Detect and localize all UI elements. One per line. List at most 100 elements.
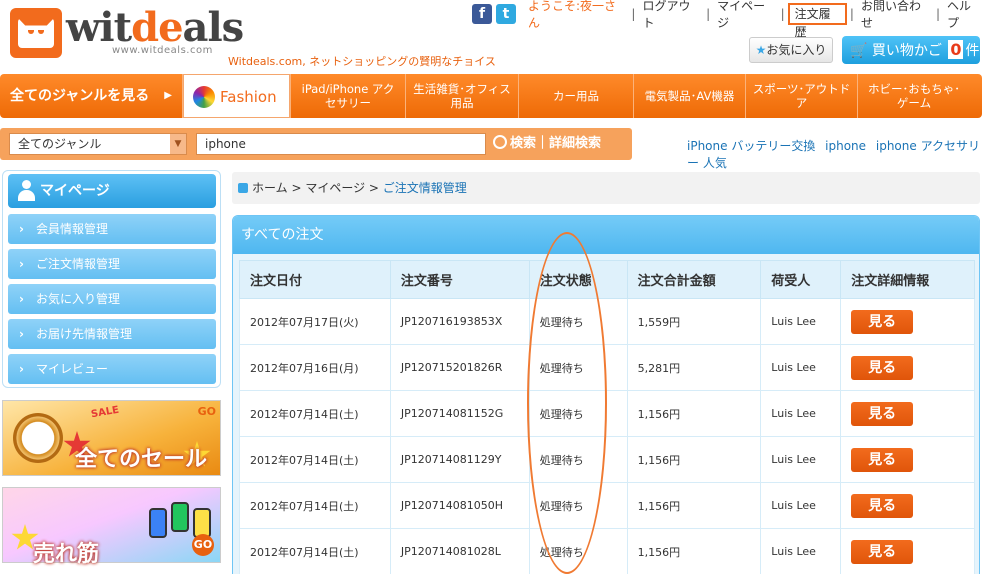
mypage-link[interactable]: マイページ — [713, 0, 777, 31]
order-total: 1,559円 — [626, 298, 762, 345]
logout-link[interactable]: ログアウト — [638, 0, 703, 31]
all-sale-banner[interactable]: SALE 全てのセール GO — [2, 400, 221, 476]
chevron-down-icon: ▼ — [170, 134, 186, 154]
breadcrumb-home[interactable]: ホーム — [252, 181, 288, 195]
cart-icon: 🛒 — [850, 43, 868, 59]
chevron-right-icon: › — [19, 222, 24, 236]
phone-case-image — [149, 508, 167, 538]
column-header-recipient: 荷受人 — [760, 260, 842, 299]
nav-car-goods[interactable]: カー用品 — [518, 74, 633, 118]
sidebar-item-addresses[interactable]: › お届け先情報管理 — [8, 319, 216, 349]
chevron-right-icon: › — [19, 292, 24, 306]
order-history-link[interactable]: 注文履歴 — [787, 3, 847, 39]
top-links: ようこそ:夜一さん | ログアウト | マイページ | 注文履歴 | お問い合わ… — [522, 0, 985, 39]
hot-keyword[interactable]: iPhone バッテリー交換 — [687, 139, 815, 153]
view-button[interactable]: 見る — [851, 447, 914, 472]
order-recipient: Luis Lee — [760, 298, 842, 345]
nav-ipad-iphone[interactable]: iPad/iPhone アクセサリー — [290, 74, 405, 118]
facebook-icon[interactable]: f — [472, 4, 492, 24]
breadcrumb: ホーム > マイページ > ご注文情報管理 — [232, 172, 980, 204]
status-highlight-oval — [527, 232, 607, 574]
chevron-right-icon: › — [19, 257, 24, 271]
order-total: 1,156円 — [626, 528, 762, 574]
breadcrumb-current: ご注文情報管理 — [382, 181, 467, 195]
order-total: 5,281円 — [626, 344, 762, 391]
tagline: Witdeals.com, ネットショッピングの賢明なチョイス — [228, 55, 496, 68]
search-bar: 全てのジャンル ▼ iphone 検索｜詳細検索 — [0, 128, 632, 160]
order-date: 2012年07月17日(火) — [239, 298, 391, 345]
table-row: 2012年07月14日(土) JP120714081050H 処理待ち 1,15… — [239, 482, 975, 529]
color-wheel-icon — [193, 86, 215, 108]
sidebar-item-member-info[interactable]: › 会員情報管理 — [8, 214, 216, 244]
order-total: 1,156円 — [626, 390, 762, 437]
chevron-right-icon: › — [19, 327, 24, 341]
order-number: JP120714081129Y — [389, 436, 530, 483]
view-button[interactable]: 見る — [851, 493, 914, 518]
nav-hobby[interactable]: ホビー･おもちゃ･ゲーム — [857, 74, 970, 118]
sidebar-item-favorites[interactable]: › お気に入り管理 — [8, 284, 216, 314]
column-header-date: 注文日付 — [239, 260, 391, 299]
order-number: JP120714081028L — [389, 528, 530, 574]
table-row: 2012年07月16日(月) JP120715201826R 処理待ち 5,28… — [239, 344, 975, 391]
sidebar-title[interactable]: マイページ — [8, 174, 216, 208]
order-number: JP120715201826R — [389, 344, 530, 391]
column-header-number: 注文番号 — [389, 260, 530, 299]
greeting: ようこそ:夜一さん — [528, 0, 617, 30]
phone-case-image — [171, 502, 189, 532]
go-label: GO — [192, 534, 214, 556]
order-total: 1,156円 — [626, 482, 762, 529]
nav-fashion[interactable]: Fashion — [183, 74, 290, 118]
contact-link[interactable]: お問い合わせ — [857, 0, 933, 31]
nav-daily-goods[interactable]: 生活雑貨･オフィス用品 — [405, 74, 518, 118]
arrow-right-icon: ▶ — [164, 90, 172, 101]
order-recipient: Luis Lee — [760, 482, 842, 529]
star-icon: ★ — [755, 43, 767, 57]
sidebar-item-reviews[interactable]: › マイレビュー — [8, 354, 216, 384]
logo-text[interactable]: witdeals — [66, 6, 244, 50]
category-select[interactable]: 全てのジャンル ▼ — [9, 133, 187, 155]
order-date: 2012年07月14日(土) — [239, 436, 391, 483]
nav-sports[interactable]: スポーツ･アウトドア — [745, 74, 857, 118]
category-nav: 全てのジャンルを見る ▶ Fashion iPad/iPhone アクセサリー 生… — [0, 74, 982, 118]
sidebar-item-orders[interactable]: › ご注文情報管理 — [8, 249, 216, 279]
hot-keyword[interactable]: iphone — [825, 139, 866, 153]
table-row: 2012年07月14日(土) JP120714081028L 処理待ち 1,15… — [239, 528, 975, 574]
logo-url: www.witdeals.com — [112, 45, 213, 56]
view-button[interactable]: 見る — [851, 355, 914, 380]
best-seller-banner[interactable]: 売れ筋 GO — [2, 487, 221, 567]
mypage-sidebar: マイページ › 会員情報管理 › ご注文情報管理 › お気に入り管理 › お届け先情報管… — [2, 170, 221, 388]
view-button[interactable]: 見る — [851, 401, 914, 426]
cart-button[interactable]: 🛒 買い物かご 0件 — [842, 36, 980, 64]
favorites-button[interactable]: ★お気に入り — [749, 37, 833, 63]
orders-title: すべての注文 — [233, 216, 979, 254]
view-button[interactable]: 見る — [851, 309, 914, 334]
column-header-total: 注文合計金額 — [626, 260, 762, 299]
help-link[interactable]: ヘルプ — [943, 0, 985, 31]
logo-cat-icon[interactable] — [10, 8, 62, 58]
order-number: JP120714081152G — [389, 390, 530, 437]
table-row: 2012年07月14日(土) JP120714081129Y 処理待ち 1,15… — [239, 436, 975, 483]
chevron-right-icon: › — [19, 362, 24, 376]
order-number: JP120714081050H — [389, 482, 530, 529]
twitter-icon[interactable]: t — [496, 4, 516, 24]
order-date: 2012年07月14日(土) — [239, 528, 391, 574]
view-button[interactable]: 見る — [851, 539, 914, 564]
order-recipient: Luis Lee — [760, 528, 842, 574]
cart-count: 0 — [948, 40, 964, 59]
order-date: 2012年07月14日(土) — [239, 390, 391, 437]
order-total: 1,156円 — [626, 436, 762, 483]
table-header-row: 注文日付 注文番号 注文状態 注文合計金額 荷受人 注文詳細情報 — [239, 260, 975, 299]
search-icon — [493, 135, 507, 149]
all-genres-button[interactable]: 全てのジャンルを見る ▶ — [0, 74, 183, 118]
page: witdeals www.witdeals.com Witdeals.com, … — [0, 0, 985, 574]
column-header-details: 注文詳細情報 — [840, 260, 975, 299]
nav-electronics[interactable]: 電気製品･AV機器 — [633, 74, 745, 118]
user-icon — [17, 180, 35, 202]
order-number: JP120716193853X — [389, 298, 530, 345]
search-button[interactable]: 検索｜詳細検索 — [493, 133, 601, 155]
breadcrumb-mypage[interactable]: マイページ — [305, 181, 365, 195]
order-date: 2012年07月14日(土) — [239, 482, 391, 529]
banner-title: 売れ筋 — [33, 542, 100, 567]
home-icon — [238, 183, 248, 193]
search-input[interactable]: iphone — [196, 133, 486, 155]
